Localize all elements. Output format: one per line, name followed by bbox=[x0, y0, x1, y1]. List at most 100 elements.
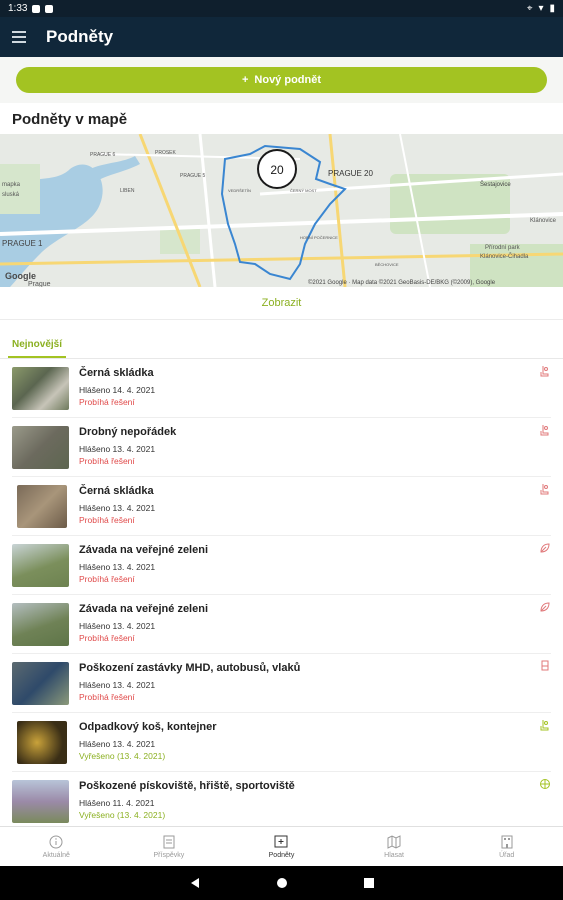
report-date: Hlášeno 13. 4. 2021 bbox=[79, 444, 156, 454]
new-button-area: + Nový podnět bbox=[0, 57, 563, 103]
report-status: Probíhá řešení bbox=[79, 515, 135, 525]
nav-prispevky[interactable]: Příspěvky bbox=[113, 827, 226, 867]
tab-newest[interactable]: Nejnovější bbox=[8, 339, 67, 358]
svg-text:Klánovice-Čihadla: Klánovice-Čihadla bbox=[480, 253, 529, 260]
report-item[interactable]: Závada na veřejné zeleni Hlášeno 13. 4. … bbox=[12, 536, 551, 595]
report-title: Závada na veřejné zeleni bbox=[79, 544, 209, 556]
report-title: Odpadkový koš, kontejner bbox=[79, 721, 217, 733]
report-item[interactable]: Černá skládka Hlášeno 14. 4. 2021 Probíh… bbox=[12, 359, 551, 418]
trash-hand-icon bbox=[540, 425, 549, 436]
report-status: Probíhá řešení bbox=[79, 397, 135, 407]
report-thumbnail bbox=[12, 544, 69, 587]
report-date: Hlášeno 13. 4. 2021 bbox=[79, 621, 156, 631]
report-status: Probíhá řešení bbox=[79, 633, 135, 643]
trash-hand-icon bbox=[540, 366, 549, 377]
tab-bar: Nejnovější bbox=[0, 320, 563, 359]
status-bar: 1:33 ⌖ ▾ ▮ bbox=[0, 0, 563, 17]
map-icon bbox=[387, 835, 401, 849]
map-view[interactable]: PRAGUE 6 PRAGUE 5 LIBEN PRAGUE 1 PROSEK … bbox=[0, 134, 563, 287]
report-date: Hlášeno 13. 4. 2021 bbox=[79, 680, 156, 690]
back-icon[interactable] bbox=[189, 877, 201, 889]
location-icon: ⌖ bbox=[526, 3, 533, 14]
report-date: Hlášeno 13. 4. 2021 bbox=[79, 739, 156, 749]
report-list: Černá skládka Hlášeno 14. 4. 2021 Probíh… bbox=[0, 359, 563, 831]
ball-icon bbox=[540, 779, 550, 789]
nav-urad[interactable]: Úřad bbox=[450, 827, 563, 867]
wifi-icon: ▾ bbox=[538, 3, 544, 14]
system-nav-bar bbox=[0, 866, 563, 900]
report-title: Černá skládka bbox=[79, 367, 154, 379]
report-title: Poškozené pískoviště, hřiště, sportovišt… bbox=[79, 780, 295, 792]
svg-text:LIBEN: LIBEN bbox=[120, 188, 135, 194]
clock: 1:33 bbox=[8, 3, 28, 14]
nav-podnety[interactable]: Podněty bbox=[225, 827, 338, 867]
report-status: Probíhá řešení bbox=[79, 692, 135, 702]
svg-text:20: 20 bbox=[270, 163, 284, 177]
report-thumbnail bbox=[12, 780, 69, 823]
map-section-title: Podněty v mapě bbox=[12, 111, 128, 128]
report-thumbnail bbox=[12, 603, 69, 646]
report-item[interactable]: Závada na veřejné zeleni Hlášeno 13. 4. … bbox=[12, 595, 551, 654]
show-map-button[interactable]: Zobrazit bbox=[0, 287, 563, 320]
leaf-icon bbox=[540, 602, 550, 612]
add-report-icon bbox=[274, 835, 288, 848]
report-date: Hlášeno 14. 4. 2021 bbox=[79, 385, 156, 395]
map-graphic: PRAGUE 6 PRAGUE 5 LIBEN PRAGUE 1 PROSEK … bbox=[0, 134, 563, 287]
leaf-icon bbox=[540, 543, 550, 553]
nav-label: Hlasat bbox=[384, 852, 404, 859]
info-icon bbox=[49, 835, 63, 849]
home-icon[interactable] bbox=[276, 877, 288, 889]
svg-text:ČERNÝ MOST: ČERNÝ MOST bbox=[290, 188, 317, 193]
svg-text:PRAGUE 1: PRAGUE 1 bbox=[2, 239, 43, 248]
menu-icon[interactable] bbox=[12, 31, 26, 43]
report-thumbnail bbox=[17, 721, 67, 764]
report-item[interactable]: Poškození zastávky MHD, autobusů, vlaků … bbox=[12, 654, 551, 713]
nav-label: Aktuálně bbox=[42, 852, 70, 859]
report-item[interactable]: Černá skládka Hlášeno 13. 4. 2021 Probíh… bbox=[12, 477, 551, 536]
svg-text:Prague: Prague bbox=[28, 281, 51, 287]
recents-icon[interactable] bbox=[363, 877, 375, 889]
svg-text:©2021 Google · Map data ©2021: ©2021 Google · Map data ©2021 GeoBasis-D… bbox=[308, 279, 496, 286]
svg-text:PRAGUE 5: PRAGUE 5 bbox=[180, 173, 206, 179]
report-status: Vyřešeno (13. 4. 2021) bbox=[79, 751, 166, 761]
report-thumbnail bbox=[12, 367, 69, 410]
building-icon bbox=[501, 835, 513, 849]
notification-icon-2 bbox=[45, 4, 54, 13]
report-title: Poškození zastávky MHD, autobusů, vlaků bbox=[79, 662, 301, 674]
report-date: Hlášeno 13. 4. 2021 bbox=[79, 503, 156, 513]
report-thumbnail bbox=[17, 485, 67, 528]
nav-label: Podněty bbox=[268, 852, 295, 859]
page-title: Podněty bbox=[46, 27, 114, 46]
svg-text:PRAGUE 6: PRAGUE 6 bbox=[90, 152, 116, 158]
report-item[interactable]: Odpadkový koš, kontejner Hlášeno 13. 4. … bbox=[12, 713, 551, 772]
svg-text:HORNÍ POČERNICE: HORNÍ POČERNICE bbox=[300, 235, 338, 240]
bottom-nav: Aktuálně Příspěvky Podněty Hlasat Úřad bbox=[0, 826, 563, 867]
app-bar: Podněty bbox=[0, 17, 563, 57]
plus-icon: + bbox=[241, 74, 249, 86]
new-report-label: Nový podnět bbox=[254, 74, 322, 86]
report-date: Hlášeno 11. 4. 2021 bbox=[79, 798, 155, 808]
notification-icon bbox=[32, 4, 41, 13]
svg-text:PROSEK: PROSEK bbox=[155, 150, 177, 156]
nav-aktualne[interactable]: Aktuálně bbox=[0, 827, 113, 867]
report-date: Hlášeno 13. 4. 2021 bbox=[79, 562, 156, 572]
nav-label: Úřad bbox=[499, 852, 515, 859]
nav-label: Příspěvky bbox=[153, 852, 185, 859]
report-item[interactable]: Drobný nepořádek Hlášeno 13. 4. 2021 Pro… bbox=[12, 418, 551, 477]
new-report-button[interactable]: + Nový podnět bbox=[16, 67, 547, 93]
document-icon bbox=[163, 835, 175, 849]
report-status: Probíhá řešení bbox=[79, 456, 135, 466]
svg-text:Google: Google bbox=[5, 271, 36, 281]
battery-icon: ▮ bbox=[549, 3, 555, 14]
trash-hand-icon bbox=[540, 484, 549, 495]
report-thumbnail bbox=[12, 662, 69, 705]
report-status: Vyřešeno (13. 4. 2021) bbox=[79, 810, 166, 820]
svg-text:mapka: mapka bbox=[2, 182, 21, 188]
report-thumbnail bbox=[12, 426, 69, 469]
report-title: Černá skládka bbox=[79, 485, 154, 497]
svg-text:sluská: sluská bbox=[2, 192, 20, 198]
report-item[interactable]: Poškozené pískoviště, hřiště, sportovišt… bbox=[12, 772, 551, 831]
nav-hlasat[interactable]: Hlasat bbox=[338, 827, 451, 867]
svg-text:VEDRŠETÍN: VEDRŠETÍN bbox=[228, 188, 251, 193]
svg-text:Šestajovice: Šestajovice bbox=[480, 181, 511, 188]
